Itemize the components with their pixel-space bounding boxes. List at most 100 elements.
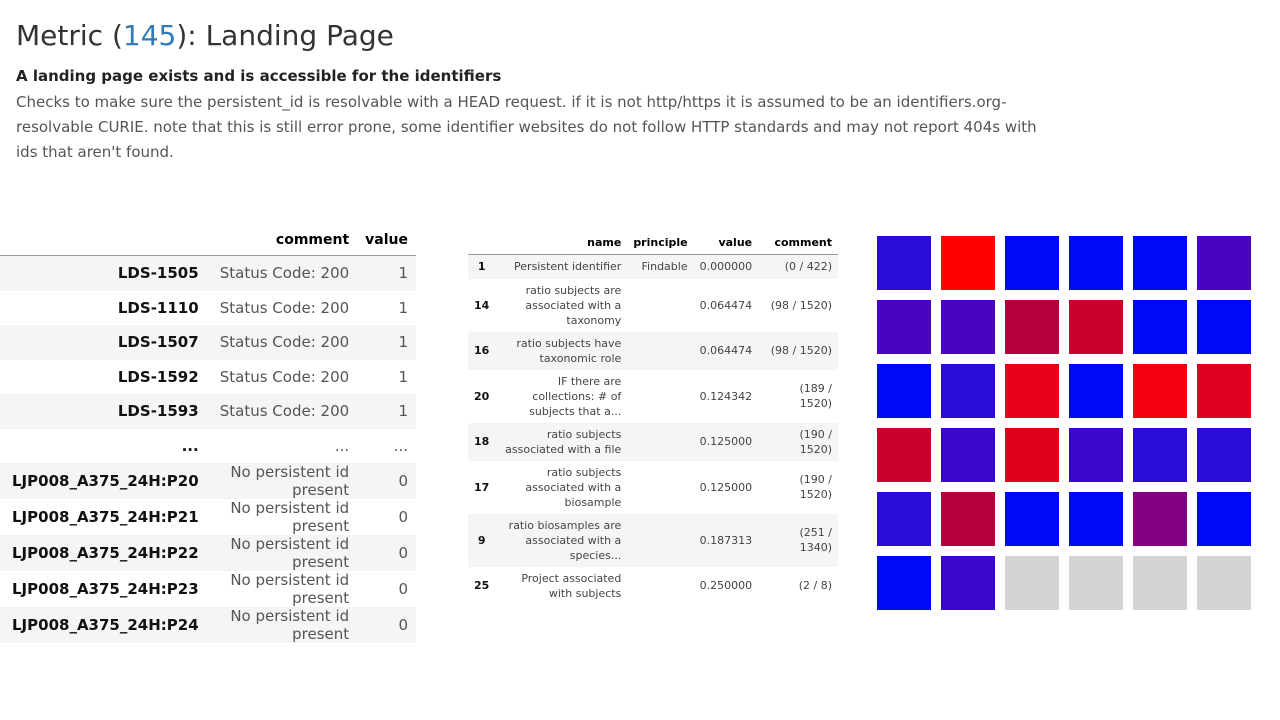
heatmap-cell[interactable]	[1133, 428, 1187, 482]
heatmap-cell[interactable]	[1005, 364, 1059, 418]
heatmap-cell[interactable]	[877, 236, 931, 290]
row-value: 0	[357, 607, 416, 643]
heatmap-cell[interactable]	[941, 364, 995, 418]
table-row: 25 Project associated with subjects 0.25…	[468, 566, 838, 605]
row-value: 0	[357, 535, 416, 571]
heatmap-cell[interactable]	[1069, 364, 1123, 418]
heatmap-cell[interactable]	[877, 300, 931, 354]
metric-row-idx: 16	[468, 331, 496, 370]
metric-row-idx: 25	[468, 566, 496, 605]
metric-row-comment: (189 / 1520)	[758, 369, 838, 423]
results-table: comment value LDS-1505 Status Code: 200 …	[0, 225, 416, 643]
metric-row-value: 0.000000	[693, 254, 759, 279]
metric-row-name: ratio subjects have taxonomic role	[495, 331, 628, 370]
row-id: ...	[0, 428, 207, 463]
heatmap-cell[interactable]	[1197, 364, 1251, 418]
heatmap-cell[interactable]	[1005, 556, 1059, 610]
heatmap-cell[interactable]	[1197, 300, 1251, 354]
row-id: LDS-1505	[0, 255, 207, 291]
row-value: 0	[357, 463, 416, 499]
metric-row-value: 0.064474	[693, 331, 759, 370]
table-row: LJP008_A375_24H:P22 No persistent id pre…	[0, 535, 416, 571]
row-id: LDS-1593	[0, 394, 207, 429]
row-comment: Status Code: 200	[206, 255, 358, 291]
heatmap-cell[interactable]	[1069, 428, 1123, 482]
row-comment: Status Code: 200	[206, 394, 358, 429]
heatmap-cell[interactable]	[1005, 492, 1059, 546]
table-row: LDS-1593 Status Code: 200 1	[0, 394, 416, 429]
metrics-header-row: name principle value comment	[468, 230, 838, 255]
row-comment: Status Code: 200	[206, 359, 358, 394]
heatmap-cell[interactable]	[1069, 300, 1123, 354]
title-prefix: Metric (	[16, 19, 123, 52]
metric-row-name: ratio subjects are associated with a tax…	[495, 278, 628, 332]
metric-row-principle	[627, 278, 694, 332]
metric-row-principle	[627, 422, 694, 461]
metric-row-principle	[627, 513, 694, 567]
metric-row-value: 0.250000	[693, 566, 759, 605]
row-value: 1	[357, 255, 416, 291]
heatmap-cell[interactable]	[877, 492, 931, 546]
heatmap-cell[interactable]	[941, 492, 995, 546]
heatmap-cell[interactable]	[1069, 492, 1123, 546]
heatmap-cell[interactable]	[941, 300, 995, 354]
heatmap-cell[interactable]	[1069, 556, 1123, 610]
heatmap-cell[interactable]	[1197, 556, 1251, 610]
heatmap-cell[interactable]	[1133, 556, 1187, 610]
metric-row-name: ratio biosamples are associated with a s…	[495, 513, 628, 567]
heatmap-cell[interactable]	[941, 236, 995, 290]
metric-row-idx: 17	[468, 460, 496, 514]
metric-row-principle	[627, 460, 694, 514]
row-comment: No persistent id present	[206, 499, 358, 535]
row-value: 1	[357, 325, 416, 360]
row-comment: Status Code: 200	[206, 290, 358, 325]
metric-row-idx: 18	[468, 422, 496, 461]
title-suffix: ): Landing Page	[176, 19, 394, 52]
metrics-header-idx	[468, 230, 496, 255]
metric-id-link[interactable]: 145	[123, 19, 176, 52]
row-comment: ...	[206, 428, 358, 463]
metrics-header-name: name	[495, 230, 628, 255]
metric-heatmap-grid	[877, 236, 1251, 610]
heatmap-cell[interactable]	[1005, 300, 1059, 354]
table-row: 17 ratio subjects associated with a bios…	[468, 460, 838, 514]
heatmap-cell[interactable]	[941, 428, 995, 482]
metric-row-idx: 9	[468, 513, 496, 567]
row-comment: No persistent id present	[206, 607, 358, 643]
heatmap-cell[interactable]	[1197, 492, 1251, 546]
row-id: LDS-1110	[0, 290, 207, 325]
heatmap-cell[interactable]	[1197, 428, 1251, 482]
table-row: LJP008_A375_24H:P24 No persistent id pre…	[0, 607, 416, 643]
heatmap-cell[interactable]	[1005, 428, 1059, 482]
row-id: LDS-1507	[0, 325, 207, 360]
row-value: ...	[357, 428, 416, 463]
results-header-comment: comment	[206, 225, 358, 256]
heatmap-cell[interactable]	[1133, 300, 1187, 354]
metric-row-comment: (251 / 1340)	[758, 513, 838, 567]
table-row-ellipsis: ... ... ...	[0, 428, 416, 463]
heatmap-cell[interactable]	[1197, 236, 1251, 290]
metric-row-value: 0.125000	[693, 422, 759, 461]
table-row: LDS-1505 Status Code: 200 1	[0, 255, 416, 291]
row-value: 1	[357, 394, 416, 429]
heatmap-cell[interactable]	[877, 428, 931, 482]
heatmap-cell[interactable]	[877, 556, 931, 610]
heatmap-cell[interactable]	[941, 556, 995, 610]
table-row: 20 IF there are collections: # of subjec…	[468, 369, 838, 423]
row-id: LJP008_A375_24H:P22	[0, 535, 207, 571]
heatmap-cell[interactable]	[1133, 492, 1187, 546]
heatmap-cell[interactable]	[1133, 236, 1187, 290]
heatmap-cell[interactable]	[1133, 364, 1187, 418]
row-id: LJP008_A375_24H:P23	[0, 571, 207, 607]
metric-row-idx: 20	[468, 369, 496, 423]
page-title: Metric (145): Landing Page	[16, 18, 394, 54]
heatmap-cell[interactable]	[877, 364, 931, 418]
metrics-table: name principle value comment 1 Persisten…	[468, 230, 838, 605]
metrics-header-principle: principle	[627, 230, 694, 255]
heatmap-cell[interactable]	[1069, 236, 1123, 290]
metric-row-comment: (98 / 1520)	[758, 278, 838, 332]
metric-row-value: 0.187313	[693, 513, 759, 567]
results-header-id	[0, 225, 207, 256]
metrics-header-value: value	[693, 230, 759, 255]
heatmap-cell[interactable]	[1005, 236, 1059, 290]
